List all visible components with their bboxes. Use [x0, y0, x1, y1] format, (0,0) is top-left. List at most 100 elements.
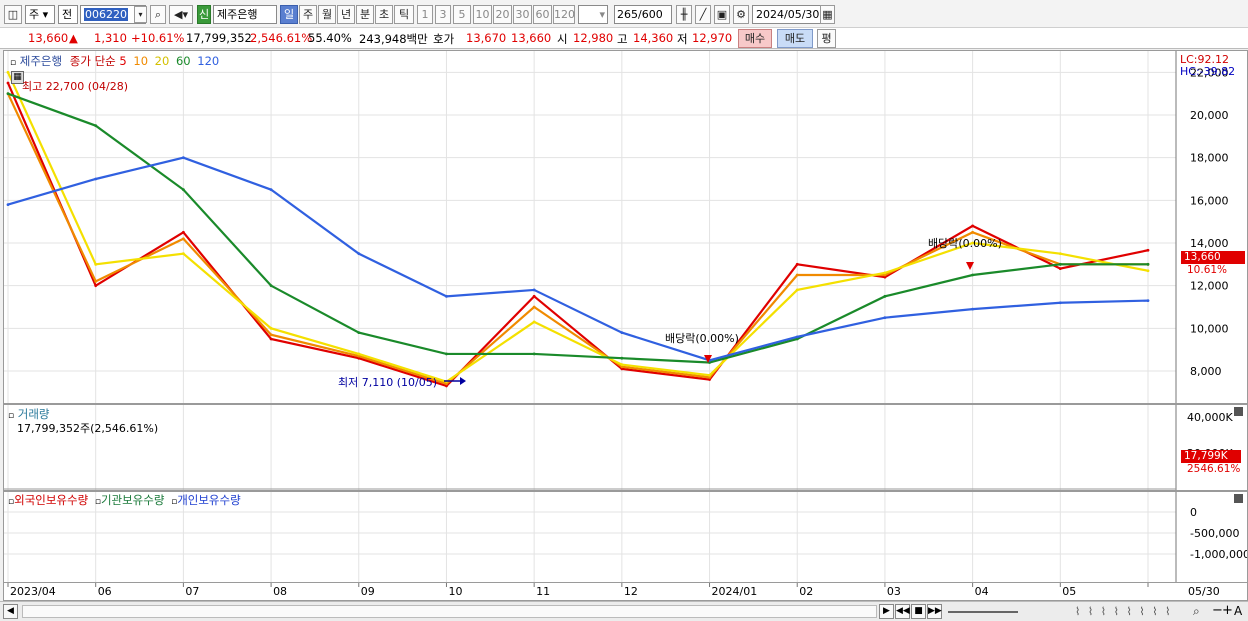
calendar-icon[interactable]: ▦: [820, 5, 835, 24]
n-120-button[interactable]: 120: [553, 5, 575, 24]
close-panel-icon-2[interactable]: [1234, 494, 1243, 503]
y-tick-label: -1,000,000: [1190, 548, 1247, 561]
buy-button[interactable]: 매수: [738, 29, 772, 48]
scroll-left-icon[interactable]: ◀: [3, 604, 18, 619]
legend-individual[interactable]: 개인보유수량: [177, 493, 240, 507]
ma-point-5: [181, 230, 185, 234]
close-panel-icon[interactable]: [1234, 407, 1243, 416]
count-field[interactable]: 265/600: [614, 5, 672, 24]
legend-ma-label[interactable]: 종가 단순: [70, 54, 116, 68]
ma-point-20: [1146, 269, 1150, 273]
ma-point-20: [6, 70, 10, 74]
x-tick-label: 05/30: [1188, 585, 1220, 598]
plus-icon[interactable]: +: [1222, 603, 1233, 618]
n-30-button[interactable]: 30: [513, 5, 532, 24]
zoom-slider[interactable]: [948, 611, 1018, 613]
volume-tag: 17,799K: [1181, 450, 1241, 463]
forward-icon[interactable]: ▶▶: [927, 604, 942, 619]
ma-point-10: [795, 273, 799, 277]
n-1-button[interactable]: 1: [417, 5, 433, 24]
ma-point-20: [357, 352, 361, 356]
code-dropdown-icon[interactable]: ▾: [134, 6, 147, 23]
speaker-icon[interactable]: ◀▾: [169, 5, 193, 24]
save-icon[interactable]: ▣: [714, 5, 730, 24]
ma-point-5: [6, 81, 10, 85]
period-minute-button[interactable]: 분: [356, 5, 374, 24]
volume-value: 17,799,352: [186, 31, 252, 45]
legend-ma10[interactable]: 10: [133, 54, 148, 68]
holdings-legend: ▫외국인보유수량 ▫기관보유수량 ▫개인보유수량: [8, 493, 241, 507]
font-size-icon[interactable]: A: [1234, 604, 1242, 618]
draw-icon[interactable]: ╱: [695, 5, 711, 24]
date-field[interactable]: 2024/05/30: [752, 5, 822, 24]
price-legend: ▫ 제주은행 종가 단순 5 10 20 60 120: [10, 53, 219, 69]
ma-point-60: [357, 331, 361, 334]
period-tick-button[interactable]: 틱: [394, 5, 414, 24]
sell-button[interactable]: 매도: [777, 29, 813, 48]
ma-point-5: [94, 284, 98, 288]
period-year-button[interactable]: 년: [337, 5, 355, 24]
legend-marker-icon: ▫: [10, 58, 17, 68]
market-select[interactable]: 주 ▾: [25, 5, 55, 24]
x-tick-label: 02: [799, 585, 813, 598]
ma-point-120: [883, 316, 887, 320]
avg-button[interactable]: 평: [817, 29, 836, 48]
rewind-icon[interactable]: ◀◀: [895, 604, 910, 619]
scroll-right-icon[interactable]: ▶: [879, 604, 894, 619]
legend-institution[interactable]: 기관보유수량: [101, 493, 164, 507]
n-60-button[interactable]: 60: [533, 5, 552, 24]
volume-title-text[interactable]: 거래량: [18, 407, 50, 421]
y-tick-label: 40,000K: [1187, 411, 1233, 424]
quote-bar: 13,660 ▲ 1,310 +10.61% 17,799,352 2,546.…: [0, 28, 1248, 49]
stop-icon[interactable]: ■: [911, 604, 926, 619]
y-tick-label: 16,000: [1190, 194, 1229, 207]
n-3-button[interactable]: 3: [435, 5, 451, 24]
legend-ma5[interactable]: 5: [119, 54, 126, 68]
ma-point-60: [971, 273, 975, 277]
ma-point-20: [883, 271, 887, 275]
tool-icons[interactable]: ⌇ ⌇ ⌇ ⌇ ⌇ ⌇ ⌇ ⌇: [1075, 605, 1172, 618]
period-month-button[interactable]: 월: [318, 5, 336, 24]
x-tick-label: 12: [624, 585, 638, 598]
n-dropdown[interactable]: ▾: [578, 5, 608, 24]
x-tick-label: 05: [1062, 585, 1076, 598]
ask1-value: 13,670: [466, 31, 507, 45]
scroll-track[interactable]: [22, 605, 877, 618]
volume-chart[interactable]: 40,000K20,000K: [4, 405, 1247, 490]
period-second-button[interactable]: 초: [375, 5, 393, 24]
n-20-button[interactable]: 20: [493, 5, 512, 24]
period-day-button[interactable]: 일: [280, 5, 298, 24]
period-week-button[interactable]: 주: [299, 5, 317, 24]
legend-stock-name[interactable]: 제주은행: [20, 54, 62, 68]
ma-point-60: [181, 188, 185, 192]
ma-point-120: [6, 203, 10, 207]
n-10-button[interactable]: 10: [473, 5, 492, 24]
legend-ma120[interactable]: 120: [197, 54, 219, 68]
ma-point-20: [795, 288, 799, 292]
x-tick-label: 2023/04: [10, 585, 56, 598]
ma-point-120: [94, 177, 98, 181]
mode-select[interactable]: 전: [58, 5, 78, 24]
x-tick-label: 07: [185, 585, 199, 598]
price-chart[interactable]: 22,00020,00018,00016,00014,00012,00010,0…: [4, 51, 1247, 403]
price-panel: 22,000 20,000 18,000 16,000 14,000 12,000 10,0…: [3, 50, 1248, 404]
zoom-out-icon[interactable]: ⌕: [1193, 604, 1200, 619]
search-icon[interactable]: ⌕: [150, 5, 166, 24]
legend-ma20[interactable]: 20: [155, 54, 170, 68]
high-note: 최고 22,700 (04/28): [22, 80, 129, 93]
ask2-value: 13,660: [511, 31, 552, 45]
ma-point-20: [620, 363, 624, 366]
y-tick-label: 14,000: [1190, 237, 1229, 250]
x-tick-label: 10: [448, 585, 462, 598]
n-5-button[interactable]: 5: [453, 5, 471, 24]
legend-foreign[interactable]: 외국인보유수량: [14, 493, 88, 507]
ma-point-60: [1146, 262, 1150, 266]
window-icon[interactable]: ◫: [4, 5, 22, 24]
ma-point-10: [94, 280, 98, 283]
candle-icon[interactable]: ╫: [676, 5, 692, 24]
gear-icon[interactable]: ⚙: [733, 5, 749, 24]
ma-point-20: [1058, 252, 1062, 256]
stock-name-field[interactable]: 제주은행: [213, 5, 277, 24]
y-tick-label: 20,000: [1190, 109, 1229, 122]
legend-ma60[interactable]: 60: [176, 54, 191, 68]
